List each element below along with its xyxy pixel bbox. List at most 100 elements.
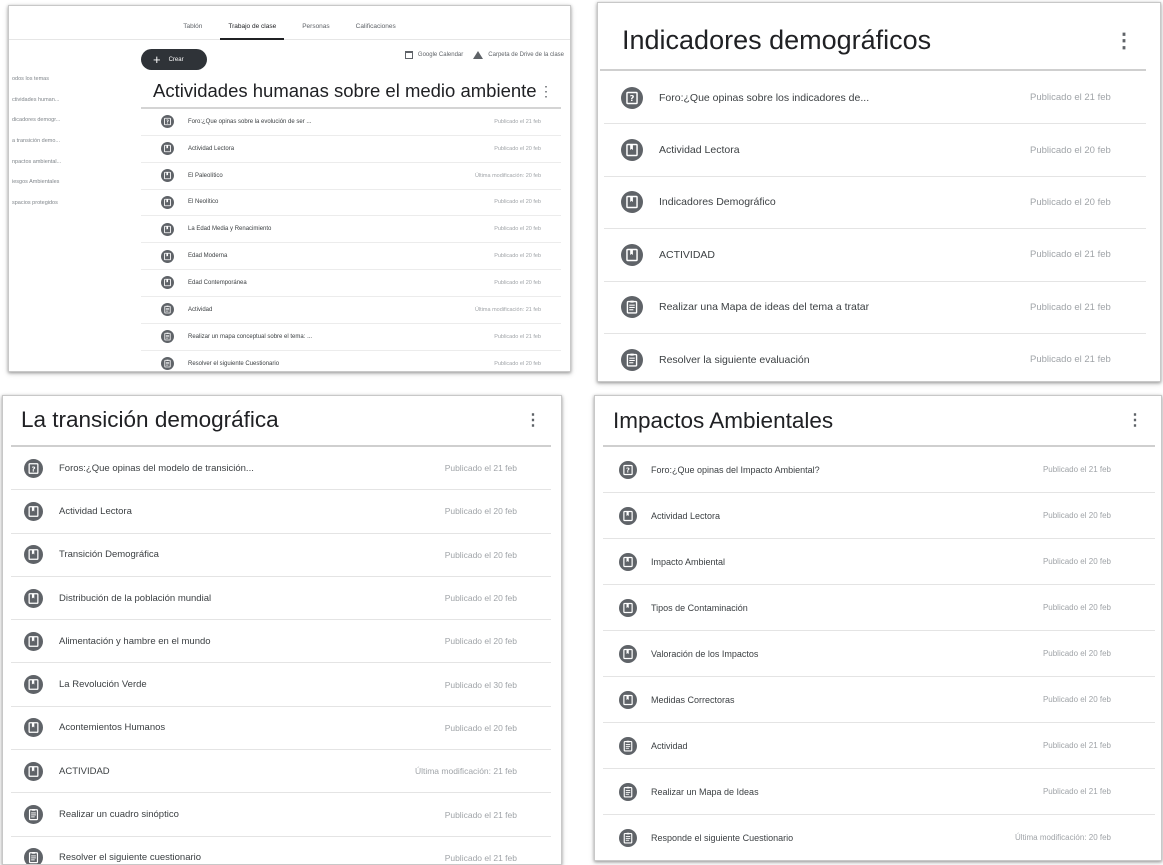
material-icon xyxy=(621,243,643,266)
drive-folder-link[interactable]: Carpeta de Drive de la clase xyxy=(473,51,564,59)
item-date: Publicado el 20 feb xyxy=(444,636,517,647)
assignment-icon xyxy=(619,782,637,801)
classwork-item[interactable]: Resolver la siguiente evaluación Publicad… xyxy=(604,334,1146,381)
classwork-item[interactable]: Resolver el siguiente cuestionario Public… xyxy=(11,837,551,864)
item-date: Publicado el 20 feb xyxy=(1042,603,1111,612)
item-date: Publicado el 21 feb xyxy=(1042,465,1111,474)
item-title: La Revolución Verde xyxy=(59,679,147,691)
item-date: Publicado el 21 feb xyxy=(1042,741,1111,750)
item-date: Publicado el 20 feb xyxy=(444,506,517,517)
tab-trabajo-de-clase[interactable]: Trabajo de clase xyxy=(220,6,285,40)
classwork-item[interactable]: Actividad Lectora Publicado el 20 feb xyxy=(141,136,561,163)
material-icon xyxy=(619,690,637,709)
sidebar-item[interactable]: a transición demo... xyxy=(9,131,129,152)
item-date: Última modificación: 21 feb xyxy=(414,766,517,777)
classwork-item[interactable]: Tipos de Contaminación Publicado el 20 fe… xyxy=(603,585,1155,631)
item-title: Actividad xyxy=(651,740,688,751)
classwork-item[interactable]: Indicadores Demográfico Publicado el 20 f… xyxy=(604,177,1146,230)
classwork-item[interactable]: Valoración de los Impactos Publicado el 2… xyxy=(603,631,1155,677)
assignment-icon xyxy=(24,848,43,864)
item-title: Foro:¿Que opinas sobre la evolución de s… xyxy=(188,118,312,125)
material-icon xyxy=(161,169,174,183)
material-icon xyxy=(161,195,174,209)
classwork-item[interactable]: Actividad Publicado el 21 feb xyxy=(603,723,1155,769)
classwork-item[interactable]: Realizar una Mapa de ideas del tema a tr… xyxy=(604,282,1146,334)
sidebar-item[interactable]: dicadores demogr... xyxy=(9,110,129,131)
item-date: Publicado el 20 feb xyxy=(444,549,517,560)
classwork-item[interactable]: El Neolítico Publicado el 20 feb xyxy=(141,190,561,217)
sidebar-item[interactable]: iesgos Ambientales xyxy=(9,172,129,193)
classwork-item[interactable]: Realizar un mapa conceptual sobre el tem… xyxy=(141,324,561,351)
more-options-icon[interactable]: ⋮ xyxy=(525,410,541,430)
sidebar-item[interactable]: spacios protegidos xyxy=(9,193,129,214)
classwork-item[interactable]: ACTIVIDAD Publicado el 21 feb xyxy=(604,229,1146,282)
item-title: Actividad xyxy=(188,306,213,313)
material-icon xyxy=(619,552,637,571)
material-icon xyxy=(24,545,43,565)
classwork-item[interactable]: Distribución de la población mundial Publ… xyxy=(11,577,551,621)
classwork-item[interactable]: Realizar un cuadro sinóptico Publicado el… xyxy=(11,793,551,837)
assignment-icon xyxy=(619,828,637,847)
google-calendar-link[interactable]: Google Calendar xyxy=(404,51,464,59)
classwork-item[interactable]: Transición Demográfica Publicado el 20 fe… xyxy=(11,534,551,577)
item-title: Distribución de la población mundial xyxy=(59,592,212,604)
classwork-item[interactable]: Actividad Lectora Publicado el 20 feb xyxy=(11,490,551,534)
assignment-icon xyxy=(621,296,643,319)
classwork-item[interactable]: Acontemientos Humanos Publicado el 20 feb xyxy=(11,707,551,751)
assignment-icon xyxy=(161,330,174,344)
drive-folder-label: Carpeta de Drive de la clase xyxy=(488,52,564,58)
question-icon: ? xyxy=(619,460,637,479)
tab-personas[interactable]: Personas xyxy=(302,6,329,39)
topic-title: Actividades humanas sobre el medio ambie… xyxy=(153,80,537,101)
sidebar-item[interactable]: odos los temas xyxy=(9,69,129,90)
classwork-item[interactable]: El Paleolítico Última modificación: 20 fe… xyxy=(141,163,561,190)
item-date: Publicado el 21 feb xyxy=(1030,354,1111,366)
classwork-item[interactable]: Impacto Ambiental Publicado el 20 feb xyxy=(603,539,1155,585)
tab-tablon[interactable]: Tablón xyxy=(183,6,202,39)
classwork-item[interactable]: ACTIVIDAD Última modificación: 21 feb xyxy=(11,750,551,794)
item-date: Publicado el 20 feb xyxy=(494,199,541,206)
more-options-icon[interactable]: ⋮ xyxy=(1127,410,1143,430)
sidebar-item[interactable]: ctividades human... xyxy=(9,90,129,111)
classwork-item[interactable]: Responde el siguiente Cuestionario Última… xyxy=(603,815,1155,860)
tab-calificaciones[interactable]: Calificaciones xyxy=(356,6,396,39)
classwork-item[interactable]: Alimentación y hambre en el mundo Publica… xyxy=(11,620,551,664)
item-title: Impacto Ambiental xyxy=(651,556,726,567)
assignment-icon xyxy=(621,348,643,371)
classwork-item[interactable]: La Edad Media y Renacimiento Publicado el… xyxy=(141,216,561,244)
assignment-icon xyxy=(24,805,43,825)
item-date: Publicado el 20 feb xyxy=(444,593,517,604)
classwork-item[interactable]: Medidas Correctoras Publicado el 20 feb xyxy=(603,677,1155,723)
svg-text:?: ? xyxy=(630,93,635,103)
classwork-item[interactable]: La Revolución Verde Publicado el 30 feb xyxy=(11,663,551,707)
classwork-item[interactable]: ? Foros:¿Que opinas del modelo de transic… xyxy=(11,447,551,491)
item-title: Valoración de los Impactos xyxy=(651,648,759,659)
sidebar-item[interactable]: npactos ambiental... xyxy=(9,152,129,173)
classwork-item[interactable]: Resolver el siguiente Cuestionario Public… xyxy=(141,351,561,371)
google-calendar-label: Google Calendar xyxy=(417,52,464,58)
classwork-item[interactable]: Edad Contemporánea Publicado el 20 feb xyxy=(141,270,561,297)
create-button[interactable]: + Crear xyxy=(141,49,207,70)
classwork-item[interactable]: Actividad Lectora Publicado el 20 feb xyxy=(603,493,1155,539)
more-options-icon[interactable]: ⋮ xyxy=(1114,28,1134,53)
classwork-item[interactable]: Actividad Última modificación: 21 feb xyxy=(141,297,561,324)
item-title: Responde el siguiente Cuestionario xyxy=(651,832,794,843)
more-options-icon[interactable]: ⋮ xyxy=(539,78,553,104)
classwork-item[interactable]: ? Foro:¿Que opinas sobre los indicadores … xyxy=(604,72,1146,125)
item-date: Publicado el 21 feb xyxy=(444,852,517,863)
item-title: Alimentación y hambre en el mundo xyxy=(59,635,211,647)
classwork-item[interactable]: Realizar un Mapa de Ideas Publicado el 21… xyxy=(603,769,1155,815)
topic-section: Actividades humanas sobre el medio ambie… xyxy=(141,78,561,371)
item-date: Publicado el 21 feb xyxy=(1042,787,1111,796)
material-icon xyxy=(619,644,637,663)
item-title: Resolver la siguiente evaluación xyxy=(659,353,810,366)
material-icon xyxy=(24,761,43,781)
top-tabs: Tablón Trabajo de clase Personas Calific… xyxy=(9,6,570,40)
item-title: Actividad Lectora xyxy=(651,510,721,521)
classwork-item[interactable]: ? Foro:¿Que opinas del Impacto Ambiental?… xyxy=(603,447,1155,493)
classwork-item[interactable]: Edad Moderna Publicado el 20 feb xyxy=(141,243,561,271)
item-date: Publicado el 20 feb xyxy=(494,253,541,260)
item-date: Última modificación: 20 feb xyxy=(474,172,541,179)
classwork-item[interactable]: ? Foro:¿Que opinas sobre la evolución de … xyxy=(141,109,561,136)
classwork-item[interactable]: Actividad Lectora Publicado el 20 feb xyxy=(604,124,1146,177)
